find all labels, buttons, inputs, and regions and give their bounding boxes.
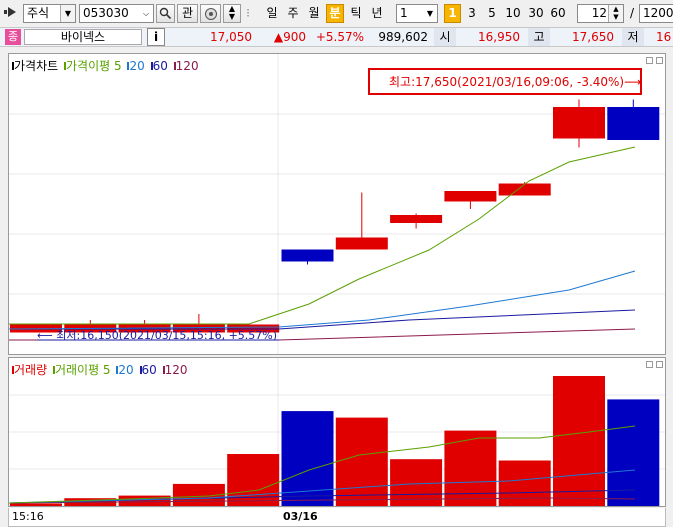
volume-bar[interactable] xyxy=(335,417,388,506)
stock-code-input[interactable]: 053030 ⌵ xyxy=(79,4,154,23)
volume-bar[interactable] xyxy=(553,376,605,506)
x-axis: 15:16 03/16 xyxy=(8,508,666,527)
volume-bar[interactable] xyxy=(118,495,171,506)
updown-divider-icon: ⁝ xyxy=(246,6,250,20)
stock-name[interactable]: 바이넥스 xyxy=(24,29,142,45)
candle-body[interactable] xyxy=(335,237,388,250)
period-minute-button[interactable]: 분 xyxy=(326,4,344,23)
stock-code-value: 053030 xyxy=(83,6,129,20)
candle-body[interactable] xyxy=(553,107,605,139)
interest-button[interactable]: 관 xyxy=(177,4,198,23)
period-year-button[interactable]: 년 xyxy=(368,4,386,23)
x-axis-date-label: 03/16 xyxy=(283,510,318,523)
period-month-button[interactable]: 월 xyxy=(305,4,323,23)
updown-spinner[interactable]: ▲ ▼ xyxy=(223,4,241,23)
info-button[interactable]: i xyxy=(147,28,165,46)
count-input[interactable]: 12 ▲ ▼ xyxy=(577,4,624,23)
volume-bar[interactable] xyxy=(281,411,334,506)
volume-chart-svg[interactable] xyxy=(9,358,665,506)
spinner-icon[interactable]: ▲ ▼ xyxy=(608,5,623,22)
open-price: 16,950 xyxy=(478,30,520,44)
interval-select-value: 1 xyxy=(400,6,408,20)
volume-bar[interactable] xyxy=(498,460,551,507)
interval-select[interactable]: 1 ▼ xyxy=(396,4,438,23)
volume-bar[interactable] xyxy=(10,503,62,506)
chevron-down-icon[interactable]: ⌵ xyxy=(139,5,153,22)
price-ma20-line xyxy=(9,270,636,330)
candle-body[interactable] xyxy=(607,107,660,140)
low-price: 16 xyxy=(656,30,672,44)
total-count-value: 1200 xyxy=(643,6,673,20)
minute-30-button[interactable]: 30 xyxy=(526,4,546,23)
candle-body[interactable] xyxy=(390,215,443,223)
arrow-right-icon[interactable] xyxy=(4,5,20,19)
candle-body[interactable] xyxy=(281,249,334,262)
high-price: 17,650 xyxy=(572,30,614,44)
candle-body[interactable] xyxy=(444,191,497,202)
gear-icon xyxy=(204,8,217,20)
stock-badge: 종 xyxy=(5,29,21,45)
magnifier-icon xyxy=(159,7,172,20)
stock-info-bar: 종 바이넥스 i 17,050 ▲900 +5.57% 989,602 시 16… xyxy=(0,27,673,47)
current-price: 17,050 xyxy=(210,30,252,44)
minute-5-button[interactable]: 5 xyxy=(484,4,500,23)
candle-body[interactable] xyxy=(498,183,551,196)
price-chart-svg[interactable]: 최고:17,650(2021/03/16,09:06, -3.40%)⟶ ⟵ 최… xyxy=(9,54,665,354)
chevron-down-icon[interactable]: ▼ xyxy=(60,5,75,22)
market-select-value: 주식 xyxy=(27,6,50,20)
volume-bar[interactable] xyxy=(444,430,497,506)
count-slash: / xyxy=(629,6,635,20)
market-select[interactable]: 주식 ▼ xyxy=(23,4,76,23)
total-count-input[interactable]: 1200 xyxy=(639,4,673,23)
price-chart-panel[interactable]: 가격차트 가격이평 5 20 60 120 최고:17,650(2021/03/… xyxy=(8,53,666,355)
price-change-percent: +5.57% xyxy=(315,30,364,44)
volume-chart-panel[interactable]: 거래량 거래이평 5 20 60 120 xyxy=(8,357,666,507)
trade-volume: 989,602 xyxy=(378,30,428,44)
period-tick-button[interactable]: 틱 xyxy=(347,4,365,23)
x-axis-start-label: 15:16 xyxy=(12,510,44,523)
minute-10-button[interactable]: 10 xyxy=(503,4,523,23)
high-label: 고 xyxy=(528,28,550,46)
toolbar: 주식 ▼ 053030 ⌵ 관 ▲ ▼ ⁝ 일 주 월 분 틱 년 1 ▼ 1 3… xyxy=(0,0,673,27)
high-annotation: 최고:17,650(2021/03/16,09:06, -3.40%)⟶ xyxy=(389,75,641,89)
minute-3-button[interactable]: 3 xyxy=(464,4,480,23)
settings-button[interactable] xyxy=(200,4,221,23)
minute-1-button[interactable]: 1 xyxy=(444,4,461,23)
search-button[interactable] xyxy=(156,4,175,23)
chevron-down-icon[interactable]: ▼ xyxy=(423,5,437,22)
open-label: 시 xyxy=(434,28,456,46)
price-change: ▲900 xyxy=(273,30,306,44)
count-value: 12 xyxy=(591,6,607,20)
minute-60-button[interactable]: 60 xyxy=(548,4,568,23)
low-label: 저 xyxy=(622,28,644,46)
period-week-button[interactable]: 주 xyxy=(284,4,302,23)
period-day-button[interactable]: 일 xyxy=(263,4,281,23)
